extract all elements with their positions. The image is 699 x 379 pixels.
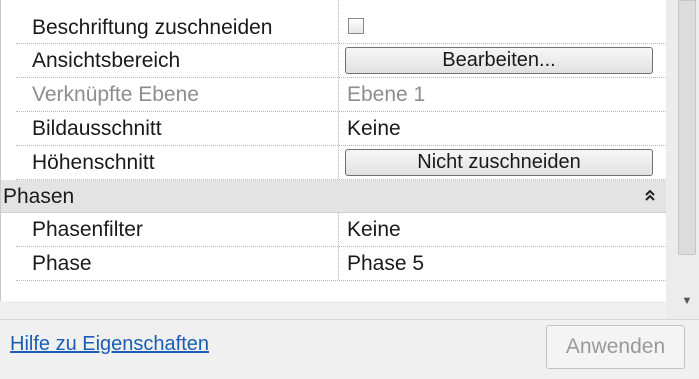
properties-grid: Beschriftung zuschneiden Ansichtsbereich… bbox=[0, 0, 666, 301]
view-range-edit-button[interactable]: Bearbeiten... bbox=[345, 47, 653, 74]
property-name: Bildausschnitt bbox=[16, 112, 339, 145]
apply-button[interactable]: Anwenden bbox=[546, 325, 685, 369]
property-row-phase: Phase Phase 5 bbox=[16, 247, 666, 281]
property-name: Phasenfilter bbox=[16, 213, 339, 246]
property-name: Phase bbox=[16, 247, 339, 280]
double-chevron-up-icon[interactable] bbox=[644, 180, 656, 213]
property-name: Verknüpfte Ebene bbox=[16, 78, 339, 111]
vertical-scrollbar[interactable]: ▼ bbox=[666, 0, 699, 319]
property-row-bildausschnitt: Bildausschnitt Keine bbox=[16, 112, 666, 146]
grid-bottom-spacer bbox=[0, 301, 666, 319]
depth-clipping-button[interactable]: Nicht zuschneiden bbox=[345, 149, 653, 176]
scroll-down-arrow-icon[interactable]: ▼ bbox=[678, 294, 696, 308]
property-name: Beschriftung zuschneiden bbox=[16, 0, 339, 43]
property-value-field[interactable]: Keine bbox=[339, 112, 666, 145]
scrollbar-thumb[interactable] bbox=[678, 0, 696, 255]
property-value bbox=[339, 0, 666, 43]
property-value: Bearbeiten... bbox=[339, 44, 666, 77]
help-properties-link[interactable]: Hilfe zu Eigenschaften bbox=[10, 333, 209, 356]
property-row-hoehenschnitt: Höhenschnitt Nicht zuschneiden bbox=[16, 146, 666, 180]
crop-annotation-checkbox[interactable] bbox=[348, 18, 364, 34]
property-value-field[interactable]: Phase 5 bbox=[339, 247, 666, 280]
group-title: Phasen bbox=[3, 185, 75, 208]
footer-divider bbox=[0, 319, 699, 320]
group-header-phasen[interactable]: Phasen bbox=[1, 180, 666, 213]
property-value: Ebene 1 bbox=[347, 83, 426, 106]
property-row-phasenfilter: Phasenfilter Keine bbox=[16, 213, 666, 247]
property-row-beschriftung-zuschneiden: Beschriftung zuschneiden bbox=[16, 0, 666, 44]
property-value: Nicht zuschneiden bbox=[339, 146, 666, 179]
property-value-field[interactable]: Keine bbox=[339, 213, 666, 246]
property-name: Höhenschnitt bbox=[16, 146, 339, 179]
property-row-ansichtsbereich: Ansichtsbereich Bearbeiten... bbox=[16, 44, 666, 78]
property-name: Ansichtsbereich bbox=[16, 44, 339, 77]
property-row-verknuepfte-ebene: Verknüpfte Ebene Ebene 1 bbox=[16, 78, 666, 112]
